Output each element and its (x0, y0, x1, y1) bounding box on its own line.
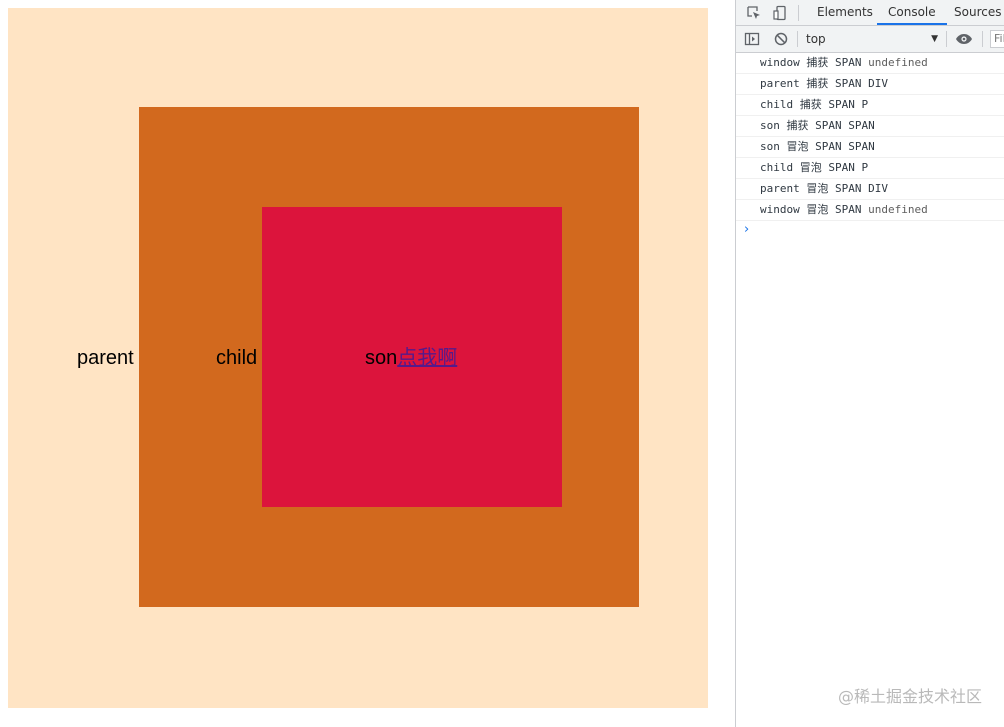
console-toolbar: top ▼ Fil (736, 26, 1004, 53)
clear-console-icon[interactable] (771, 29, 791, 49)
log-target-node: P (861, 161, 869, 174)
log-message: parent 捕获 SPAN (760, 77, 862, 90)
console-log-row: window 冒泡 SPAN undefined (736, 200, 1004, 221)
click-me-link[interactable]: 点我啊 (397, 347, 457, 369)
tab-console[interactable]: Console (877, 0, 947, 25)
console-log-row: child 冒泡 SPAN P (736, 158, 1004, 179)
tab-bar-divider (798, 5, 799, 21)
log-message: child 捕获 SPAN (760, 98, 855, 111)
console-prompt[interactable]: › (736, 221, 1004, 241)
toolbar-divider-2 (946, 31, 947, 47)
filter-text: Fil (994, 32, 1004, 45)
context-selector[interactable]: top ▼ (806, 31, 940, 48)
log-message: parent 冒泡 SPAN (760, 182, 862, 195)
tab-sources[interactable]: Sources (954, 0, 1001, 25)
page-viewport: parent child son点我啊 (0, 0, 735, 727)
eye-icon[interactable] (954, 29, 974, 49)
toolbar-divider-3 (982, 31, 983, 47)
log-target-node: SPAN (848, 140, 875, 153)
console-log-row: son 冒泡 SPAN SPAN (736, 137, 1004, 158)
child-label: child (216, 347, 258, 369)
log-target-node: undefined (868, 56, 928, 69)
log-target-node: P (861, 98, 869, 111)
device-toolbar-icon[interactable] (770, 3, 790, 23)
log-message: window 捕获 SPAN (760, 56, 862, 69)
log-target-node: SPAN (848, 119, 875, 132)
prompt-chevron-icon: › (744, 222, 750, 237)
console-log-row: parent 捕获 SPAN DIV (736, 74, 1004, 95)
devtools-panel: Elements Console Sources top ▼ Fil windo… (735, 0, 1004, 727)
toolbar-divider (797, 31, 798, 47)
son-label: son点我啊 (365, 346, 457, 370)
log-target-node: undefined (868, 203, 928, 216)
devtools-tab-bar: Elements Console Sources (736, 0, 1004, 26)
inspect-element-icon[interactable] (744, 3, 764, 23)
son-label-text: son (365, 347, 398, 369)
log-target-node: DIV (868, 77, 888, 90)
log-message: son 冒泡 SPAN (760, 140, 842, 153)
sidebar-toggle-icon[interactable] (742, 29, 762, 49)
console-output: window 捕获 SPAN undefined parent 捕获 SPAN D… (736, 53, 1004, 241)
console-log-row: son 捕获 SPAN SPAN (736, 116, 1004, 137)
log-message: son 捕获 SPAN (760, 119, 842, 132)
parent-label: parent (77, 347, 134, 369)
console-log-row: child 捕获 SPAN P (736, 95, 1004, 116)
log-message: window 冒泡 SPAN (760, 203, 862, 216)
log-target-node: DIV (868, 182, 888, 195)
dropdown-arrow-icon: ▼ (931, 34, 938, 44)
watermark: @稀土掘金技术社区 (837, 687, 982, 706)
console-log-row: parent 冒泡 SPAN DIV (736, 179, 1004, 200)
log-message: child 冒泡 SPAN (760, 161, 855, 174)
console-log-row: window 捕获 SPAN undefined (736, 53, 1004, 74)
tab-elements[interactable]: Elements (817, 0, 873, 25)
filter-input[interactable]: Fil (990, 30, 1004, 48)
context-value: top (806, 32, 826, 46)
